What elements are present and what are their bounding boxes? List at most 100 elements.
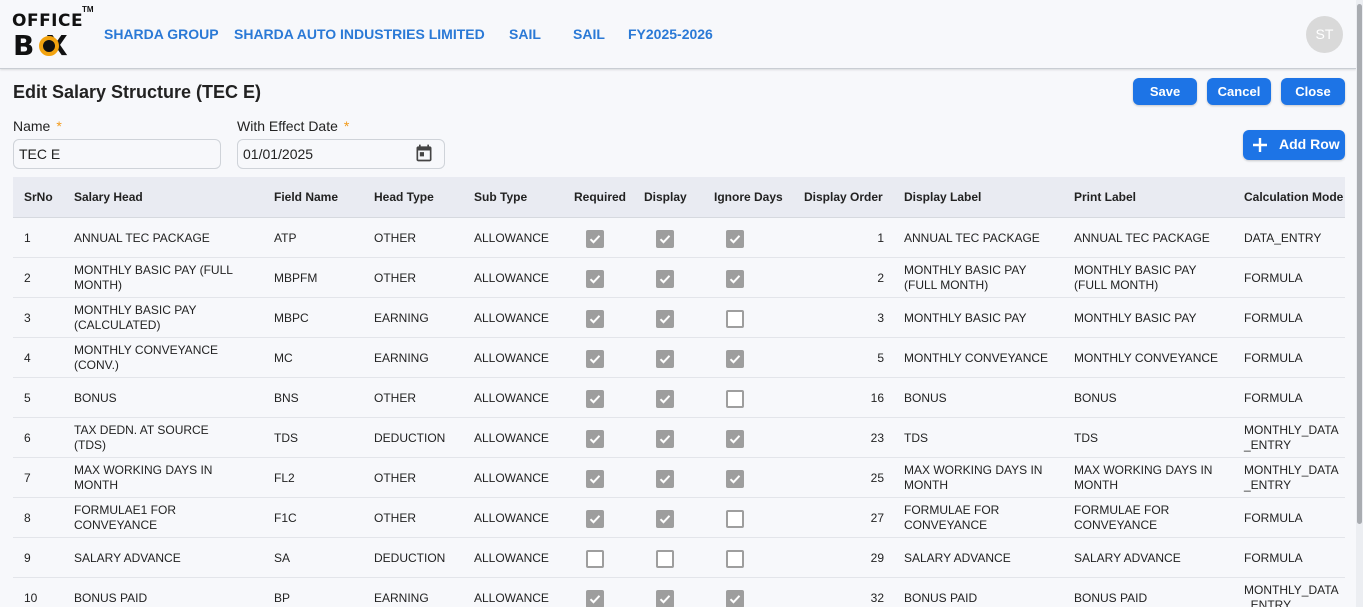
close-button[interactable]: Close [1281, 78, 1345, 105]
nav-fy-link[interactable]: FY2025-2026 [628, 26, 713, 42]
calendar-icon[interactable] [414, 143, 434, 163]
table-row[interactable]: 3 MONTHLY BASIC PAY (CALCULATED) MBPC EARNI… [13, 298, 1345, 338]
table-row[interactable]: 8 FORMULAE1 FOR CONVEYANCE F1C OTHER ALLOWAN… [13, 498, 1345, 538]
officebox-logo[interactable]: OFFICE B X TM [10, 5, 94, 65]
cell-srno: 5 [24, 391, 31, 405]
cell-field-name: FL2 [274, 471, 295, 485]
cell-field-name: MBPFM [274, 271, 318, 285]
required-checkbox[interactable] [586, 390, 604, 408]
nav-unit-link[interactable]: SAIL [509, 26, 541, 42]
salary-structure-table: SrNo Salary Head Field Name Head Type Sub Ty… [13, 177, 1345, 607]
logo-trademark: TM [82, 5, 94, 14]
table-row[interactable]: 6 TAX DEDN. AT SOURCE (TDS) TDS DEDUCTION AL… [13, 418, 1345, 458]
cell-sub-type: ALLOWANCE [474, 431, 549, 445]
required-checkbox[interactable] [586, 350, 604, 368]
cell-calculation-mode: FORMULA [1244, 391, 1303, 405]
cell-srno: 1 [24, 231, 31, 245]
ignore-days-checkbox[interactable] [726, 590, 744, 607]
table-row[interactable]: 4 MONTHLY CONVEYANCE (CONV.) MC EARNING ALLO… [13, 338, 1345, 378]
display-checkbox[interactable] [656, 470, 674, 488]
cell-sub-type: ALLOWANCE [474, 471, 549, 485]
table-row[interactable]: 9 SALARY ADVANCE SA DEDUCTION ALLOWANCE 29 SAL… [13, 538, 1345, 578]
display-checkbox[interactable] [656, 230, 674, 248]
cell-calculation-mode: FORMULA [1244, 551, 1303, 565]
cell-display-order: 29 [870, 551, 884, 565]
cell-display-label: MONTHLY BASIC PAY [904, 311, 1027, 325]
display-checkbox[interactable] [656, 510, 674, 528]
effect-date-label-text: With Effect Date [237, 118, 338, 134]
required-checkbox[interactable] [586, 550, 604, 568]
required-marker: * [343, 118, 350, 134]
cell-field-name: F1C [274, 511, 297, 525]
required-checkbox[interactable] [586, 590, 604, 607]
cell-salary-head: MONTHLY CONVEYANCE (CONV.) [74, 343, 219, 372]
cancel-button[interactable]: Cancel [1207, 78, 1271, 105]
cell-display-label: FORMULAE FOR CONVEYANCE [904, 503, 1000, 532]
cell-head-type: DEDUCTION [374, 431, 446, 445]
cell-head-type: OTHER [374, 271, 416, 285]
table-row[interactable]: 5 BONUS BNS OTHER ALLOWANCE 16 BONUS BONUS FORMU… [13, 378, 1345, 418]
table-row[interactable]: 1 ANNUAL TEC PACKAGE ATP OTHER ALLOWANCE 1 ANN… [13, 218, 1345, 258]
check-icon [729, 275, 741, 284]
ignore-days-checkbox[interactable] [726, 470, 744, 488]
nav-company-link[interactable]: SHARDA AUTO INDUSTRIES LIMITED [234, 26, 485, 42]
display-checkbox[interactable] [656, 310, 674, 328]
cell-field-name: BNS [274, 391, 299, 405]
check-icon [589, 515, 601, 524]
cell-head-type: EARNING [374, 351, 429, 365]
cell-calculation-mode: MONTHLY_DATA_ENTRY [1244, 423, 1339, 452]
required-checkbox[interactable] [586, 470, 604, 488]
ignore-days-checkbox[interactable] [726, 350, 744, 368]
plus-icon [1253, 138, 1267, 152]
cell-display-label: MONTHLY BASIC PAY (FULL MONTH) [904, 263, 1027, 292]
ignore-days-checkbox[interactable] [726, 550, 744, 568]
name-input[interactable]: TEC E [13, 139, 221, 169]
save-button[interactable]: Save [1133, 78, 1197, 105]
cell-salary-head: MONTHLY BASIC PAY (CALCULATED) [74, 303, 197, 332]
nav-group-link[interactable]: SHARDA GROUP [104, 26, 219, 42]
cell-display-order: 27 [870, 511, 884, 525]
display-checkbox[interactable] [656, 390, 674, 408]
ignore-days-checkbox[interactable] [726, 510, 744, 528]
required-checkbox[interactable] [586, 510, 604, 528]
cell-field-name: ATP [274, 231, 297, 245]
ignore-days-checkbox[interactable] [726, 230, 744, 248]
ignore-days-checkbox[interactable] [726, 310, 744, 328]
table-row[interactable]: 2 MONTHLY BASIC PAY (FULL MONTH) MBPFM OTHE… [13, 258, 1345, 298]
ignore-days-checkbox[interactable] [726, 270, 744, 288]
cell-field-name: TDS [274, 431, 298, 445]
table-row[interactable]: 10 BONUS PAID BP EARNING ALLOWANCE 32 BONUS PA… [13, 578, 1345, 607]
ignore-days-checkbox[interactable] [726, 390, 744, 408]
required-checkbox[interactable] [586, 430, 604, 448]
cell-head-type: OTHER [374, 471, 416, 485]
page-scrollbar[interactable] [1356, 0, 1363, 607]
cell-field-name: MC [274, 351, 293, 365]
display-checkbox[interactable] [656, 590, 674, 607]
cell-sub-type: ALLOWANCE [474, 391, 549, 405]
user-avatar[interactable]: ST [1306, 16, 1343, 53]
display-checkbox[interactable] [656, 430, 674, 448]
display-checkbox[interactable] [656, 270, 674, 288]
ignore-days-checkbox[interactable] [726, 430, 744, 448]
scrollbar-thumb[interactable] [1357, 4, 1362, 524]
cell-srno: 2 [24, 271, 31, 285]
nav-location-link[interactable]: SAIL [573, 26, 605, 42]
th-head-type: Head Type [374, 190, 434, 204]
table-row[interactable]: 7 MAX WORKING DAYS IN MONTH FL2 OTHER ALLOWA… [13, 458, 1345, 498]
th-field-name: Field Name [274, 190, 339, 204]
name-label: Name * [13, 118, 62, 134]
cell-sub-type: ALLOWANCE [474, 591, 549, 605]
display-checkbox[interactable] [656, 350, 674, 368]
add-row-button[interactable]: Add Row [1243, 130, 1345, 160]
display-checkbox[interactable] [656, 550, 674, 568]
cell-head-type: OTHER [374, 511, 416, 525]
cell-srno: 7 [24, 471, 31, 485]
cell-salary-head: BONUS PAID [74, 591, 148, 605]
required-checkbox[interactable] [586, 230, 604, 248]
cell-salary-head: MONTHLY BASIC PAY (FULL MONTH) [74, 263, 233, 292]
cell-print-label: MONTHLY BASIC PAY (FULL MONTH) [1074, 263, 1197, 292]
cell-display-label: MONTHLY CONVEYANCE [904, 351, 1049, 365]
required-checkbox[interactable] [586, 270, 604, 288]
cell-sub-type: ALLOWANCE [474, 311, 549, 325]
required-checkbox[interactable] [586, 310, 604, 328]
